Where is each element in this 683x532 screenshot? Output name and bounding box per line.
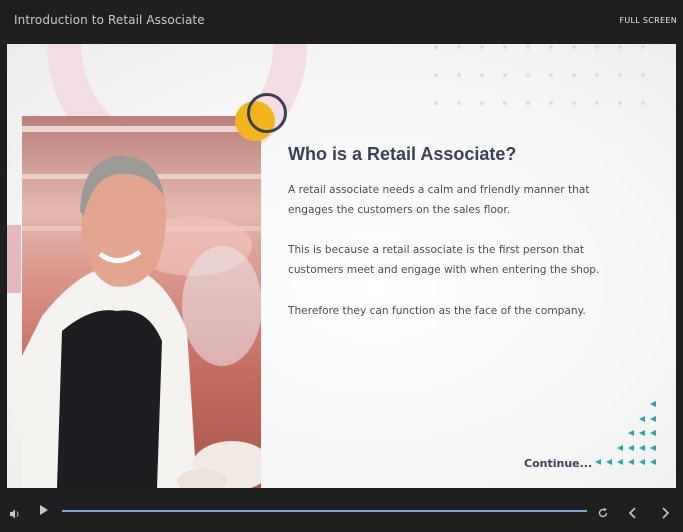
decorative-arrow xyxy=(628,444,634,451)
paragraph-2: This is because a retail associate is th… xyxy=(288,244,600,276)
decorative-dot xyxy=(618,101,622,105)
decorative-dot xyxy=(503,101,507,105)
decorative-arrow xyxy=(628,430,634,436)
replay-icon[interactable] xyxy=(597,504,609,518)
decorative-dot xyxy=(526,45,530,49)
decorative-dot xyxy=(618,45,622,49)
decorative-dot-grid xyxy=(434,44,674,108)
decorative-arrow xyxy=(595,459,601,465)
continue-button[interactable]: Continue... xyxy=(524,457,592,470)
decorative-dot xyxy=(480,73,484,77)
decorative-arrow xyxy=(650,401,656,407)
decorative-dot xyxy=(572,45,576,49)
decorative-dot xyxy=(480,101,484,105)
decorative-dot xyxy=(526,101,530,105)
progress-fill xyxy=(62,510,587,512)
decorative-dot xyxy=(434,101,438,105)
decorative-arrow xyxy=(650,459,656,465)
decorative-navy-ring xyxy=(247,93,287,133)
slide-heading: Who is a Retail Associate? xyxy=(288,144,517,164)
decorative-dot xyxy=(457,73,461,77)
paragraph-3: Therefore they can function as the face … xyxy=(288,305,586,317)
course-title: Introduction to Retail Associate xyxy=(14,13,205,27)
chevron-right-icon[interactable] xyxy=(660,504,670,519)
decorative-arrow xyxy=(617,459,623,465)
decorative-arrow xyxy=(650,430,656,436)
play-icon[interactable] xyxy=(40,505,48,515)
decorative-arrow xyxy=(650,444,656,451)
decorative-dot xyxy=(549,45,553,49)
chevron-left-icon[interactable] xyxy=(628,504,638,519)
decorative-dot xyxy=(480,45,484,49)
decorative-arrow xyxy=(650,415,656,422)
decorative-arrow xyxy=(639,459,645,465)
decorative-pink-bar xyxy=(7,225,21,293)
decorative-dot xyxy=(595,101,599,105)
decorative-arrow xyxy=(617,444,623,451)
volume-icon[interactable] xyxy=(9,505,21,519)
decorative-dot xyxy=(457,101,461,105)
progress-bar[interactable] xyxy=(62,510,587,512)
decorative-dot xyxy=(595,73,599,77)
decorative-arrow xyxy=(606,459,612,465)
decorative-arrow xyxy=(628,459,634,465)
decorative-dot xyxy=(641,101,645,105)
player-controls xyxy=(0,488,683,532)
decorative-dot xyxy=(503,45,507,49)
decorative-dot xyxy=(549,73,553,77)
paragraph-1: A retail associate needs a calm and frie… xyxy=(288,184,590,216)
decorative-dot xyxy=(641,45,645,49)
slide-canvas: Who is a Retail Associate? A retail asso… xyxy=(7,44,676,488)
decorative-dot xyxy=(572,73,576,77)
decorative-arrow xyxy=(639,444,645,451)
decorative-dot xyxy=(434,73,438,77)
decorative-dot xyxy=(572,101,576,105)
decorative-teal-arrows xyxy=(592,401,662,473)
decorative-dot xyxy=(457,45,461,49)
decorative-dot xyxy=(526,73,530,77)
decorative-dot xyxy=(595,45,599,49)
fullscreen-button[interactable]: FULL SCREEN xyxy=(619,16,677,25)
decorative-dot xyxy=(549,101,553,105)
retail-associate-photo xyxy=(22,116,261,488)
decorative-dot xyxy=(434,45,438,49)
decorative-dot xyxy=(618,73,622,77)
decorative-arrow xyxy=(639,430,645,436)
player-top-bar: Introduction to Retail Associate FULL SC… xyxy=(0,0,683,44)
decorative-dot xyxy=(641,73,645,77)
decorative-dot xyxy=(503,73,507,77)
decorative-arrow xyxy=(639,415,645,422)
smiling-shop-assistant-photo xyxy=(22,116,261,488)
